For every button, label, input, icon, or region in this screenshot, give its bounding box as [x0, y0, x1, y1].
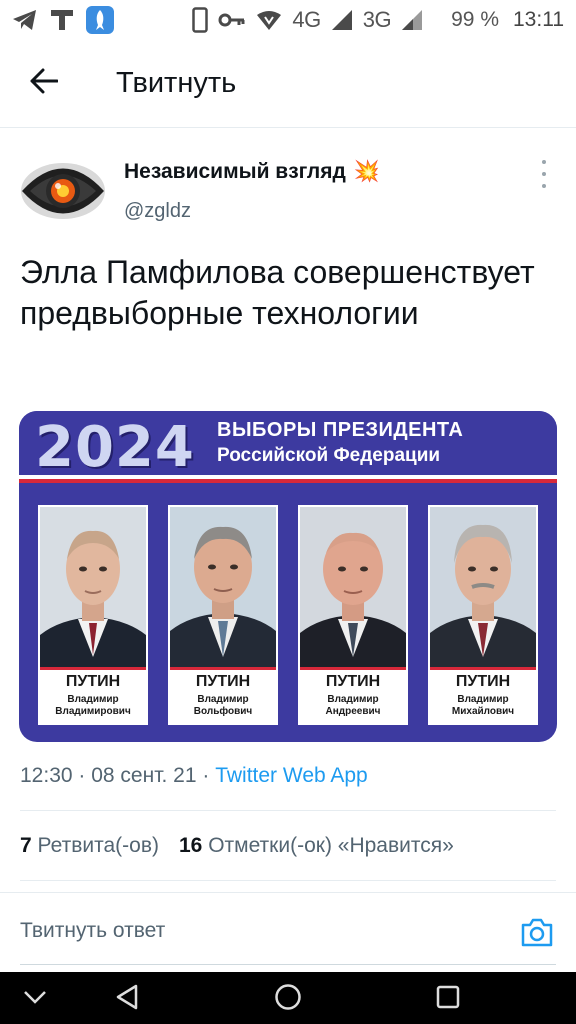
likes-label: Отметки(-ок) «Нравится»	[208, 834, 454, 857]
tinkoff-icon	[50, 9, 74, 31]
candidate-first-name: Владимир	[197, 694, 249, 705]
candidate-given-names: Владимир Андреевич	[298, 694, 408, 718]
candidate-card: ПУТИН Владимир Михайлович	[428, 505, 538, 725]
candidate-surname: ПУТИН	[195, 673, 251, 690]
nav-home-button[interactable]	[273, 983, 303, 1016]
candidate-surname: ПУТИН	[325, 673, 381, 690]
arrow-left-icon	[30, 68, 59, 99]
square-recents-icon	[435, 984, 461, 1015]
media-stripe-red	[19, 479, 557, 483]
candidate-patronymic: Андреевич	[325, 706, 381, 717]
more-dots-icon-mid	[542, 172, 546, 176]
candidate-given-names: Владимир Михайлович	[428, 694, 538, 718]
media-banner: 2024 ВЫБОРЫ ПРЕЗИДЕНТА Российской Федера…	[19, 411, 557, 480]
camera-button[interactable]	[520, 915, 554, 949]
nav-collapse-button[interactable]	[20, 984, 50, 1014]
network-3g-label: 3G	[362, 7, 392, 32]
candidate-patronymic: Владимирович	[55, 706, 131, 717]
tweet-media-image[interactable]: 2024 ВЫБОРЫ ПРЕЗИДЕНТА Российской Федера…	[19, 411, 557, 742]
author-handle[interactable]: @zgldz	[124, 200, 191, 223]
candidate-portrait	[430, 507, 536, 667]
status-clock: 13:11	[513, 8, 564, 31]
nav-back-button[interactable]	[112, 984, 142, 1014]
nav-recents-button[interactable]	[433, 984, 463, 1014]
author-name[interactable]: Независимый взгляд 💥	[124, 160, 380, 184]
more-dots-icon-bottom	[542, 184, 546, 188]
divider	[20, 880, 556, 881]
retweets-count: 7	[20, 834, 32, 857]
signal-icon-secondary	[401, 9, 423, 31]
network-4g-label: 4G	[292, 7, 321, 32]
candidate-card: ПУТИН Владимир Вольфович	[168, 505, 278, 725]
candidate-given-names: Владимир Вольфович	[168, 694, 278, 718]
tweet-time: 12:30	[20, 764, 73, 787]
reply-underline	[20, 964, 556, 965]
signal-icon	[331, 9, 353, 31]
media-year: 2024	[35, 415, 195, 480]
tweet-date: 08 сент. 21	[91, 764, 197, 787]
candidate-patronymic: Вольфович	[193, 706, 253, 717]
tweet-author-row: Независимый взгляд 💥 @zgldz	[0, 128, 576, 240]
reply-input[interactable]: Твитнуть ответ	[20, 919, 165, 943]
author-name-text: Независимый взгляд	[124, 160, 346, 183]
likes-count: 16	[178, 834, 203, 857]
author-emoji: 💥	[353, 160, 380, 183]
candidate-first-name: Владимир	[457, 694, 509, 705]
tweet-stats: 7 Ретвита(-ов) 16 Отметки(-ок) «Нравится…	[20, 834, 454, 858]
tweet-timestamp-line: 12:30 · 08 сент. 21 · Twitter Web App	[20, 764, 368, 788]
card-red-line	[170, 667, 276, 670]
more-options-button[interactable]	[534, 160, 554, 188]
card-red-line	[40, 667, 146, 670]
likes-stat[interactable]: 16 Отметки(-ок) «Нравится»	[179, 834, 454, 858]
card-red-line	[300, 667, 406, 670]
tweet-text: Элла Памфилова совершенствует предвыборн…	[20, 254, 535, 331]
meta-separator-2: ·	[202, 764, 216, 787]
app-header: Твитнуть	[0, 40, 576, 128]
candidate-cards: ПУТИН Владимир Владимирович ПУТИН Владим…	[38, 505, 542, 725]
phone-icon	[192, 7, 209, 33]
key-icon	[218, 12, 246, 28]
retweets-label: Ретвита(-ов)	[37, 834, 159, 857]
tweet: Независимый взгляд 💥 @zgldz Элла Памфило…	[0, 128, 576, 742]
candidate-portrait	[40, 507, 146, 667]
divider	[20, 810, 556, 811]
media-title-line2: Российской Федерации	[217, 445, 441, 466]
candidate-patronymic: Михайлович	[451, 706, 515, 717]
tweet-source-link[interactable]: Twitter Web App	[215, 764, 368, 787]
more-dots-icon	[542, 160, 546, 164]
back-button[interactable]	[8, 48, 80, 120]
candidate-card: ПУТИН Владимир Андреевич	[298, 505, 408, 725]
vpn-icon	[256, 9, 282, 31]
meta-separator: ·	[78, 764, 92, 787]
candidate-first-name: Владимир	[67, 694, 119, 705]
card-red-line	[430, 667, 536, 670]
circle-home-icon	[274, 983, 302, 1016]
battery-level: 99 %	[451, 8, 499, 31]
candidate-surname: ПУТИН	[65, 673, 121, 690]
triangle-back-icon	[114, 983, 140, 1016]
candidate-given-names: Владимир Владимирович	[38, 694, 148, 718]
rocket-app-icon	[86, 6, 114, 34]
reply-bar: Твитнуть ответ	[0, 892, 576, 972]
avatar[interactable]	[20, 156, 106, 226]
page-title: Твитнуть	[116, 67, 237, 99]
candidate-portrait	[170, 507, 276, 667]
telegram-icon	[12, 9, 38, 31]
candidate-surname: ПУТИН	[455, 673, 511, 690]
candidate-card: ПУТИН Владимир Владимирович	[38, 505, 148, 725]
camera-icon	[520, 918, 554, 953]
media-title-line1: ВЫБОРЫ ПРЕЗИДЕНТА	[217, 419, 464, 441]
candidate-portrait	[300, 507, 406, 667]
system-nav-bar	[0, 972, 576, 1024]
status-bar: 4G 3G 99 % 13:11	[0, 0, 576, 40]
candidate-first-name: Владимир	[327, 694, 379, 705]
retweets-stat[interactable]: 7 Ретвита(-ов)	[20, 834, 159, 858]
chevron-down-icon	[22, 989, 48, 1010]
